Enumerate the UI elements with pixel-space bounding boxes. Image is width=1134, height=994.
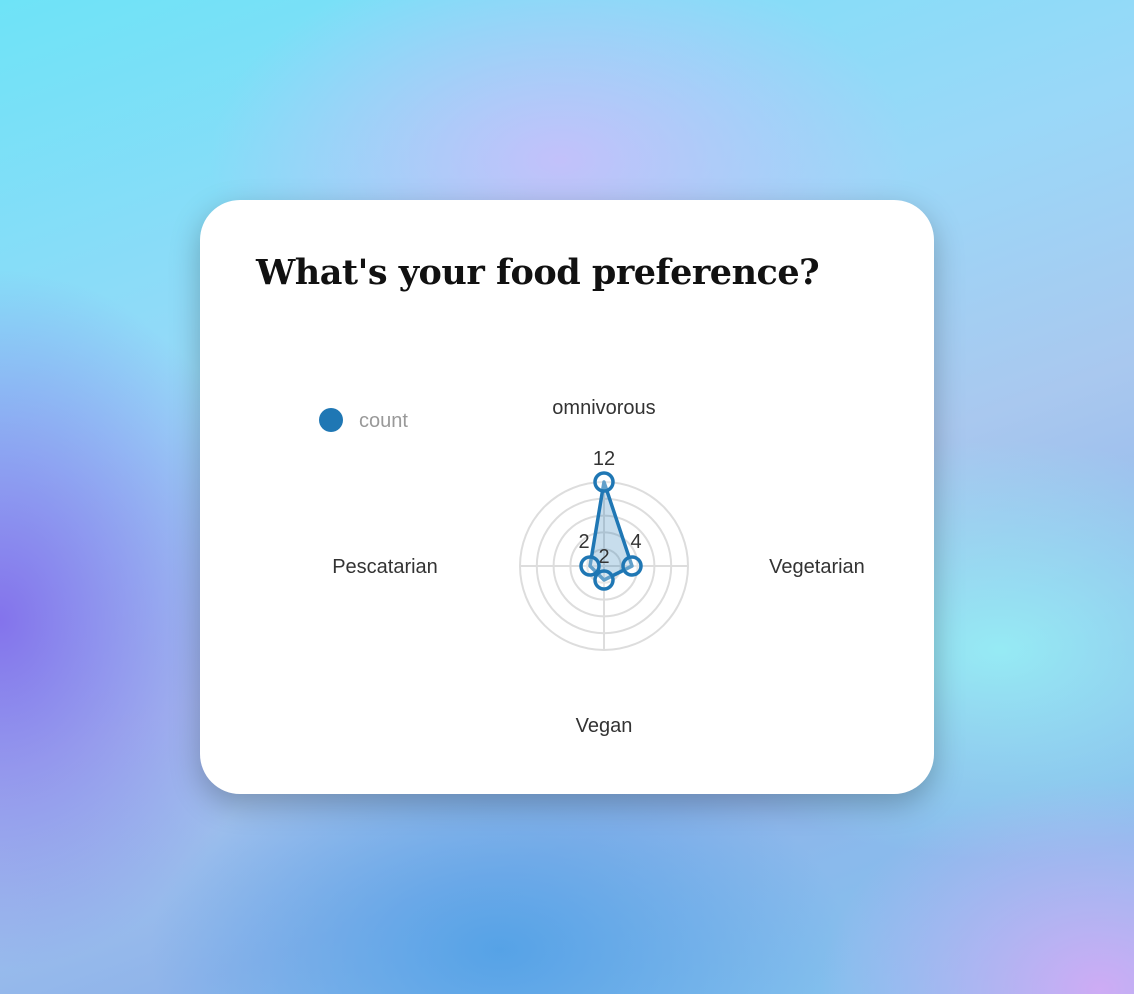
data-label: 12 — [593, 448, 615, 470]
poll-card: What's your food preference? count omniv… — [200, 200, 934, 794]
data-point[interactable] — [579, 555, 601, 577]
data-point[interactable] — [593, 471, 615, 493]
data-label: 2 — [578, 531, 589, 553]
legend-label: count — [359, 410, 408, 432]
legend-marker — [319, 408, 343, 432]
axis-label-vegetarian: Vegetarian — [769, 556, 865, 578]
data-label: 4 — [630, 531, 641, 553]
axis-label-omnivorous: omnivorous — [552, 397, 655, 419]
data-point[interactable] — [593, 569, 615, 591]
axis-label-pescatarian: Pescatarian — [332, 556, 438, 578]
data-point[interactable] — [621, 555, 643, 577]
axis-label-vegan: Vegan — [576, 715, 633, 737]
radar-chart: count omnivorous Vegetarian Vegan Pescatari… — [319, 397, 865, 737]
legend[interactable]: count — [319, 408, 408, 432]
